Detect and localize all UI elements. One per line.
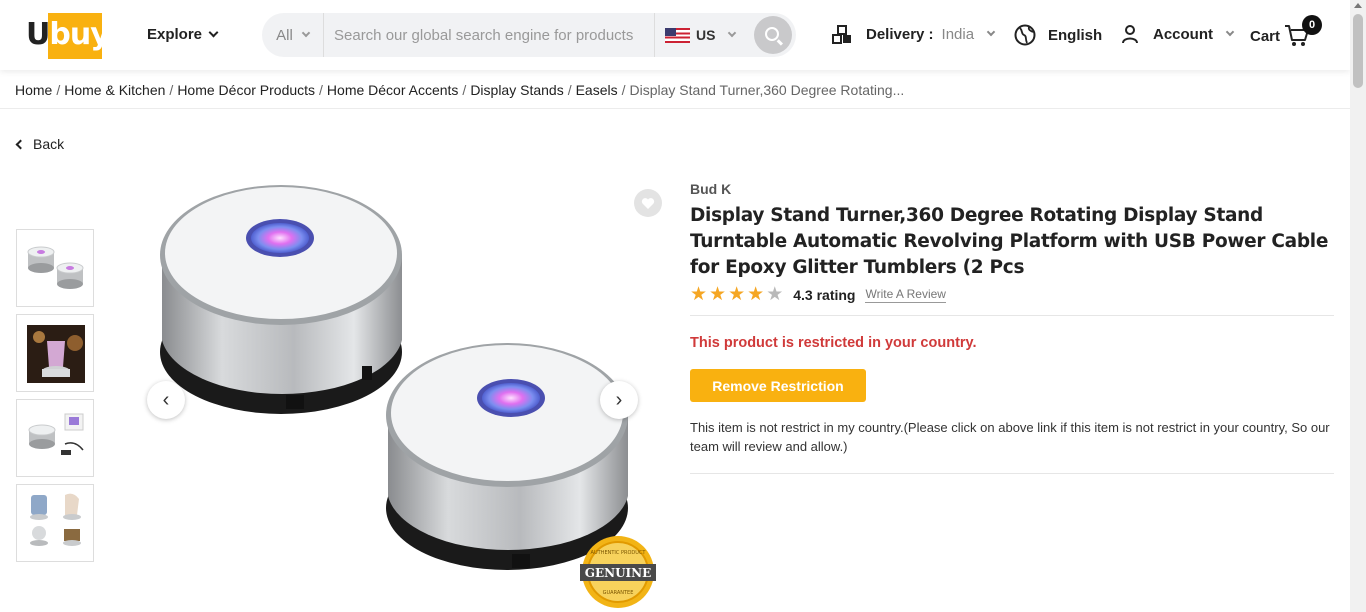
wishlist-button[interactable] (634, 189, 662, 217)
chevron-left-icon (15, 139, 26, 149)
thumbnail-3[interactable] (16, 399, 94, 477)
star-icon: ★ (747, 283, 765, 305)
write-review-link[interactable]: Write A Review (865, 287, 946, 303)
language-label: English (1048, 26, 1103, 44)
breadcrumb-display-stands[interactable]: Display Stands (470, 82, 563, 98)
search-category-select[interactable]: All (262, 13, 324, 57)
chevron-down-icon (301, 28, 311, 38)
back-label: Back (33, 136, 65, 152)
product-brand[interactable]: Bud K (690, 181, 731, 197)
badge-genuine-text: GENUINE (585, 566, 652, 580)
site-header: Ubuy Explore All US Delivery : India (0, 0, 1350, 70)
restriction-message: This product is restricted in your count… (690, 335, 977, 351)
rating-text: 4.3 rating (793, 286, 856, 303)
breadcrumb-home-kitchen[interactable]: Home & Kitchen (64, 82, 165, 98)
product-title: Display Stand Turner,360 Degree Rotating… (690, 205, 1329, 278)
us-flag-icon (665, 27, 690, 43)
logo-text: Ubuy (26, 17, 110, 52)
back-link[interactable]: Back (15, 136, 64, 152)
image-next-button[interactable]: › (600, 381, 638, 419)
breadcrumb-home-decor-products[interactable]: Home Décor Products (177, 82, 315, 98)
page-scrollbar[interactable] (1350, 0, 1366, 612)
search-button[interactable] (754, 16, 792, 54)
star-icon: ★ (766, 283, 784, 305)
remove-restriction-button[interactable]: Remove Restriction (690, 369, 866, 402)
breadcrumb-current: Display Stand Turner,360 Degree Rotating… (629, 82, 905, 98)
boxes-icon (832, 25, 851, 44)
search-category-label: All (276, 26, 293, 44)
star-icon: ★ (690, 283, 708, 305)
breadcrumb-easels[interactable]: Easels (576, 82, 618, 98)
product-thumbnail-image (30, 493, 81, 546)
country-select[interactable]: US (654, 13, 747, 57)
delivery-selector[interactable]: Delivery : India (832, 24, 996, 44)
breadcrumb-home[interactable]: Home (15, 82, 52, 98)
search-bar: All US (262, 13, 796, 57)
product-thumbnail-image (28, 413, 84, 455)
thumbnail-2[interactable] (16, 314, 94, 392)
breadcrumb-home-decor-accents[interactable]: Home Décor Accents (327, 82, 459, 98)
heart-icon (641, 197, 655, 209)
country-label: US (696, 27, 716, 43)
badge-ring-top-text: AUTHENTIC PRODUCT (591, 550, 647, 556)
ubuy-logo[interactable]: Ubuy (26, 13, 110, 59)
chevron-down-icon (208, 27, 219, 38)
product-thumbnail-image (27, 325, 85, 383)
delivery-label: Delivery : (866, 25, 934, 43)
delivery-country: India (941, 25, 975, 43)
search-icon (765, 27, 779, 41)
chevron-down-icon (986, 27, 996, 37)
language-selector[interactable]: English (1014, 24, 1102, 46)
breadcrumb-divider (0, 108, 1350, 109)
star-icon: ★ (728, 283, 746, 305)
account-label: Account (1153, 25, 1213, 43)
explore-label: Explore (147, 26, 203, 43)
chevron-down-icon (1225, 27, 1235, 37)
badge-ring-bottom-text: GUARANTEE (603, 590, 634, 596)
chevron-right-icon: › (615, 388, 623, 411)
globe-icon (1014, 24, 1036, 46)
breadcrumb: Home / Home & Kitchen / Home Décor Products /… (15, 82, 905, 98)
scroll-up-arrow-icon[interactable] (1354, 3, 1362, 8)
restriction-note: This item is not restrict in my country.… (690, 420, 1330, 454)
user-icon (1122, 25, 1138, 44)
cart-count-badge: 0 (1302, 15, 1322, 35)
product-rating: ★ ★ ★ ★ ★ 4.3 rating Write A Review (690, 285, 946, 304)
chevron-down-icon (728, 28, 737, 38)
cart-button[interactable]: Cart (1250, 24, 1310, 48)
info-divider (690, 315, 1334, 316)
account-menu[interactable]: Account (1121, 24, 1235, 44)
explore-menu[interactable]: Explore (147, 26, 219, 43)
info-divider (690, 473, 1334, 474)
chevron-left-icon: ‹ (162, 388, 170, 411)
rating-stars: ★ ★ ★ ★ ★ (690, 285, 783, 304)
product-main-image: GENUINE AUTHENTIC PRODUCT GUARANTEE (160, 185, 656, 608)
scrollbar-thumb[interactable] (1353, 14, 1363, 88)
thumbnail-1[interactable] (16, 229, 94, 307)
product-thumbnail-image (27, 246, 84, 289)
search-input[interactable] (324, 13, 654, 57)
thumbnail-4[interactable] (16, 484, 94, 562)
star-icon: ★ (709, 283, 727, 305)
image-prev-button[interactable]: ‹ (147, 381, 185, 419)
cart-label: Cart (1250, 27, 1281, 45)
